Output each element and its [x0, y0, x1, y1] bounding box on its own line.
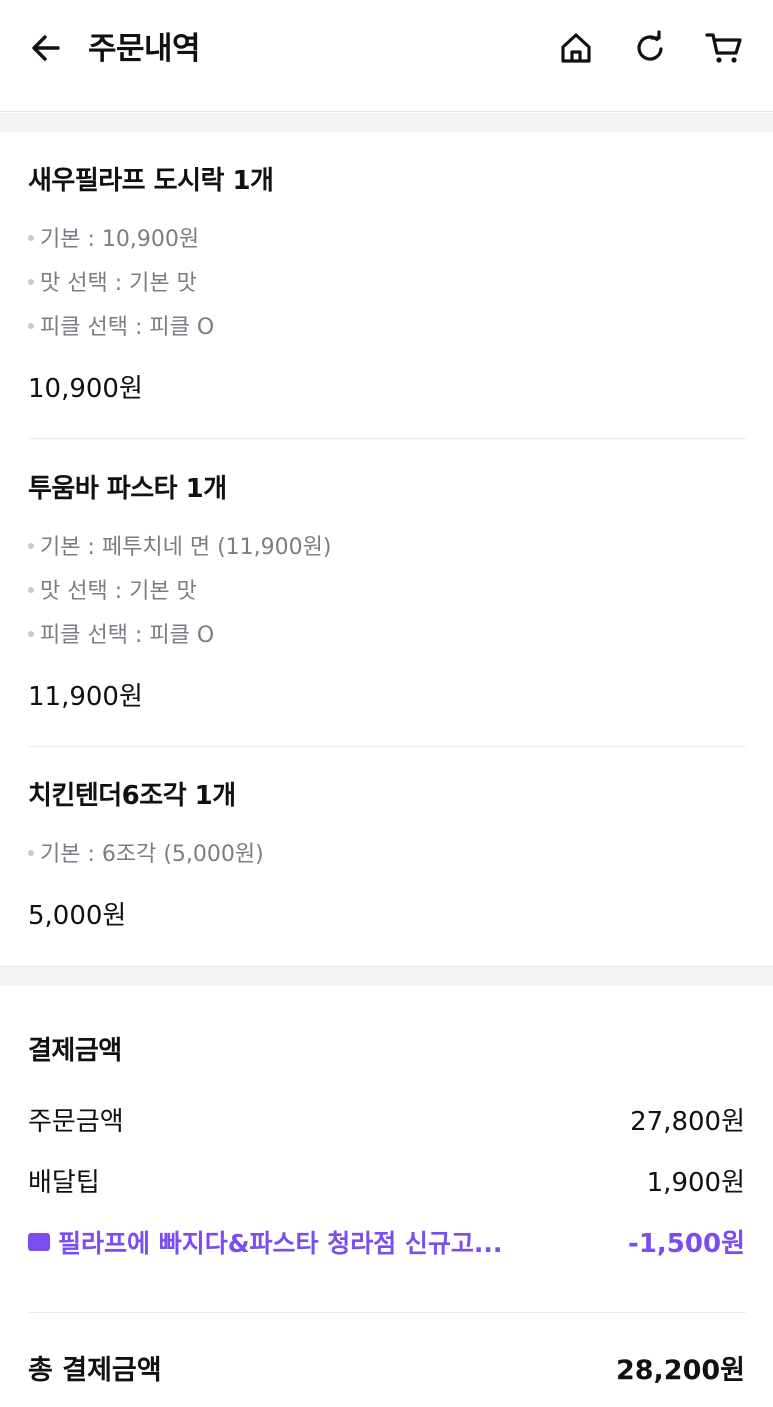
divider: [28, 1312, 746, 1313]
divider: [28, 746, 746, 747]
bullet-dot: [28, 543, 34, 549]
back-button[interactable]: [26, 28, 66, 68]
item-option: 기본 : 10,900원: [28, 225, 199, 255]
divider: [28, 438, 746, 439]
section-separator: [0, 966, 773, 986]
item-name: 치킨텐더6조각 1개: [28, 781, 236, 811]
cart-icon: [705, 33, 742, 63]
home-icon: [561, 33, 591, 63]
item-option: 피클 선택 : 피클 O: [28, 621, 214, 651]
top-app-bar: 주문내역: [0, 0, 773, 112]
order-amount-label: 주문금액: [28, 1107, 124, 1137]
order-item: 새우필라프 도시락 1개 기본 : 10,900원 맛 선택 : 기본 맛 피클…: [28, 163, 746, 413]
order-amount-value: 27,800원: [630, 1107, 745, 1137]
delivery-tip-value: 1,900원: [646, 1168, 745, 1198]
page-title: 주문내역: [88, 31, 201, 67]
bullet-dot: [28, 279, 34, 285]
total-amount-label: 총 결제금액: [28, 1355, 162, 1386]
back-arrow-icon: [32, 35, 60, 61]
bullet-dot: [28, 235, 34, 241]
item-option: 맛 선택 : 기본 맛: [28, 269, 197, 299]
item-option: 기본 : 페투치네 면 (11,900원): [28, 533, 331, 563]
coupon-discount-label: 필라프에 빠지다&파스타 청라점 신규고...: [28, 1226, 502, 1262]
delivery-tip-label: 배달팁: [28, 1168, 100, 1198]
item-option: 피클 선택 : 피클 O: [28, 313, 214, 343]
item-price: 5,000원: [28, 901, 127, 931]
refresh-button[interactable]: [630, 28, 670, 68]
order-item: 투움바 파스타 1개 기본 : 페투치네 면 (11,900원) 맛 선택 : …: [28, 471, 746, 721]
bullet-dot: [28, 850, 34, 856]
refresh-icon: [637, 30, 663, 61]
coupon-icon: [28, 1233, 50, 1251]
bullet-dot: [28, 631, 34, 637]
section-separator: [0, 113, 773, 132]
payment-section-title: 결제금액: [28, 1036, 122, 1066]
coupon-discount-value: -1,500원: [628, 1229, 745, 1259]
item-name: 새우필라프 도시락 1개: [28, 166, 274, 196]
bullet-dot: [28, 587, 34, 593]
item-price: 11,900원: [28, 682, 143, 712]
order-item: 치킨텐더6조각 1개 기본 : 6조각 (5,000원) 5,000원: [28, 778, 746, 938]
cart-button[interactable]: [704, 28, 744, 68]
total-amount-value: 28,200원: [615, 1355, 745, 1386]
item-name: 투움바 파스타 1개: [28, 474, 227, 504]
item-option: 맛 선택 : 기본 맛: [28, 577, 197, 607]
item-price: 10,900원: [28, 374, 143, 404]
item-option: 기본 : 6조각 (5,000원): [28, 840, 264, 870]
bullet-dot: [28, 323, 34, 329]
home-button[interactable]: [556, 28, 596, 68]
